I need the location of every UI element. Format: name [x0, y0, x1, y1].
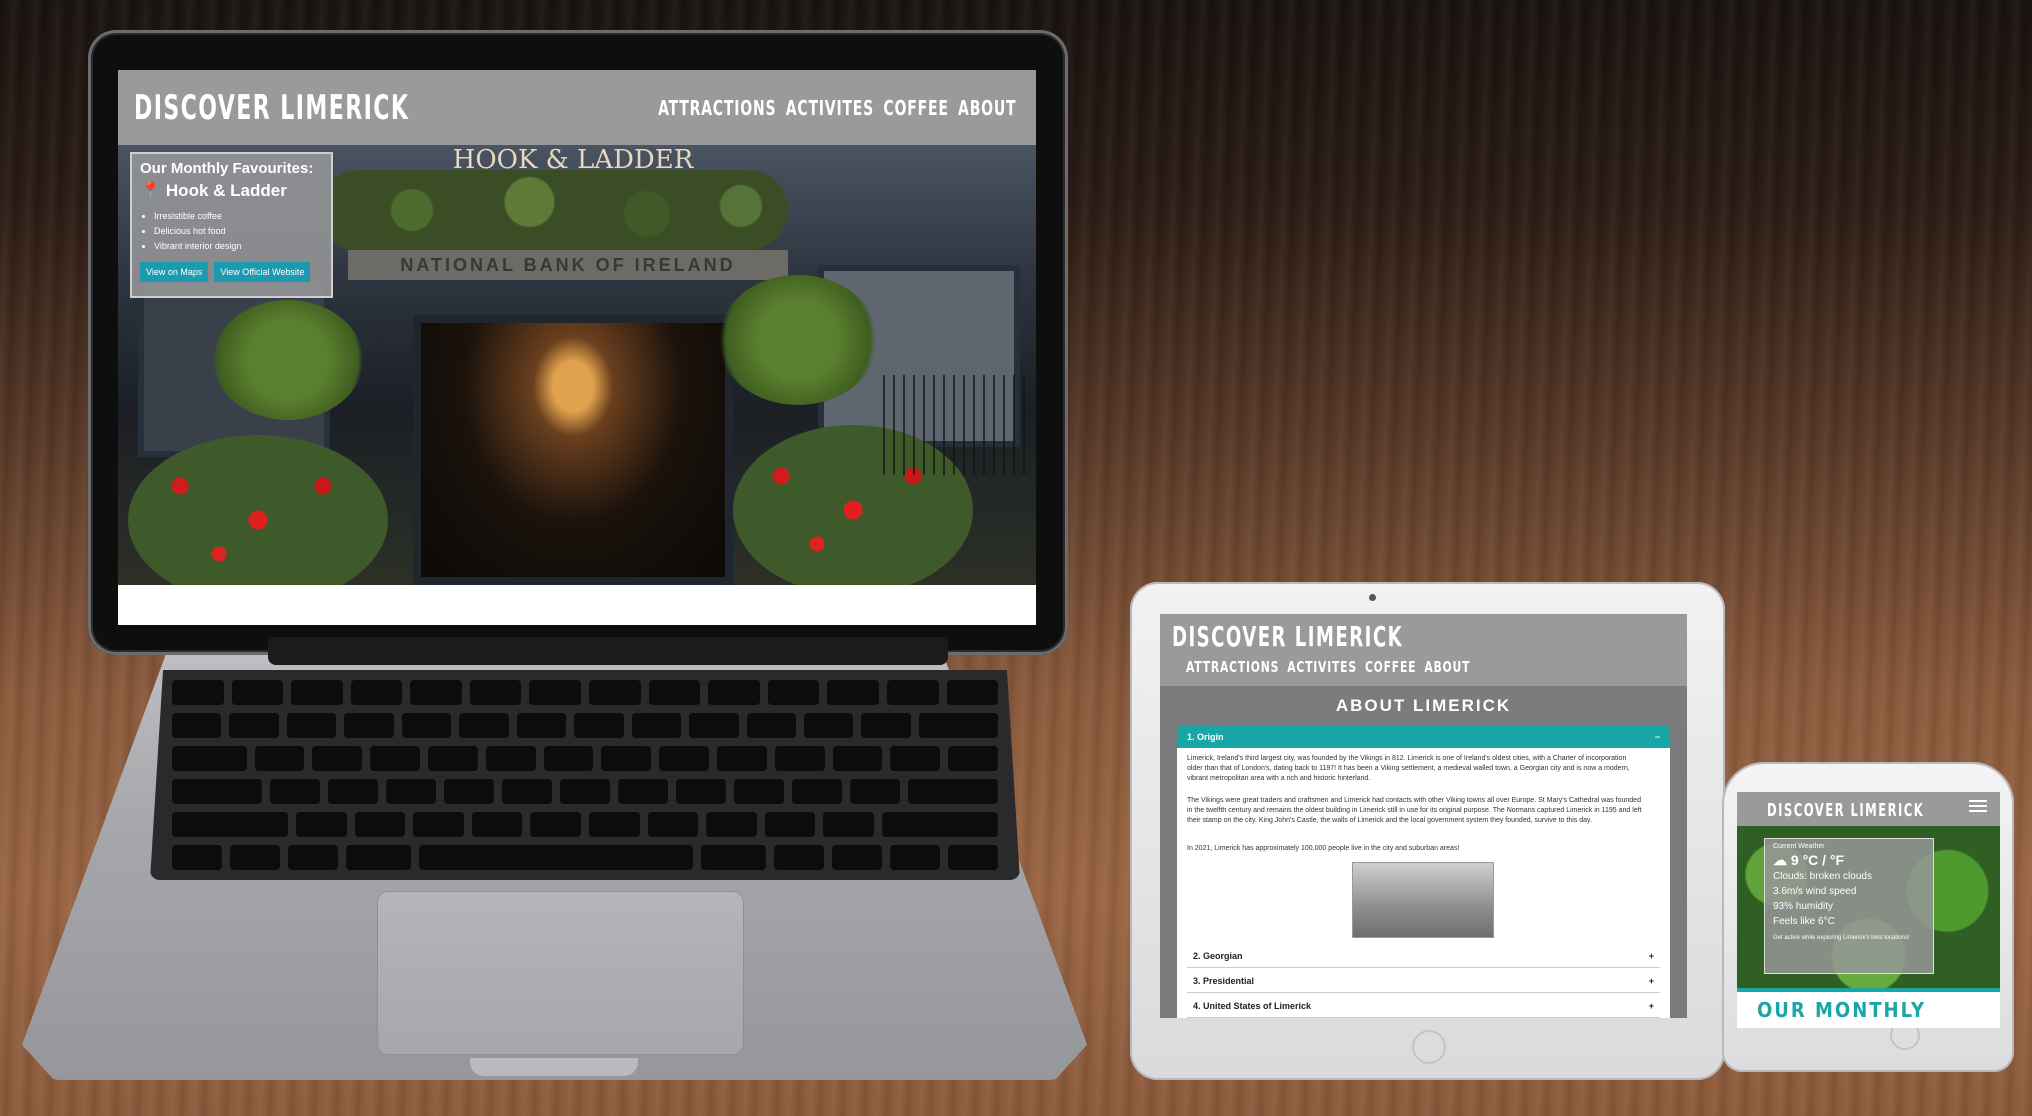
- laptop-hinge: [268, 637, 948, 665]
- origin-paragraph: In 2021, Limerick has approximately 100,…: [1187, 845, 1460, 852]
- list-item: Vibrant interior design: [154, 239, 323, 254]
- laptop-lip: [470, 1058, 638, 1076]
- monthly-heading: OUR MONTHLY: [1757, 998, 1926, 1022]
- hamburger-menu-icon[interactable]: [1969, 800, 1987, 812]
- accordion-label: 1. Origin: [1187, 732, 1224, 742]
- origin-paragraph: The Vikings were great traders and craft…: [1187, 797, 1642, 824]
- accordion-label: 4. United States of Limerick: [1193, 1001, 1312, 1011]
- nav-attractions[interactable]: ATTRACTIONS: [658, 96, 776, 120]
- nav-links: ATTRACTIONS ACTIVITES COFFEE ABOUT: [658, 96, 1016, 120]
- nav-about[interactable]: ABOUT: [958, 96, 1016, 120]
- accordion-georgian[interactable]: 2. Georgian +: [1187, 944, 1660, 968]
- accordion-label: 3. Presidential: [1193, 976, 1255, 986]
- site-title[interactable]: DISCOVER LIMERICK: [134, 88, 409, 128]
- weather-card: Current Weather ☁ 9 °C / °F Clouds: brok…: [1764, 838, 1934, 974]
- accordion-label: 2. Georgian: [1193, 951, 1243, 961]
- list-item: Irresistible coffee: [154, 209, 323, 224]
- weather-temperature: ☁ 9 °C / °F: [1773, 852, 1925, 869]
- tablet-nav-attractions[interactable]: ATTRACTIONS: [1186, 658, 1279, 676]
- plus-icon: +: [1648, 951, 1654, 961]
- weather-line: Feels like 6°C: [1773, 916, 1835, 927]
- tree-left: [213, 300, 363, 420]
- plus-icon: +: [1648, 976, 1654, 986]
- favourites-card: Our Monthly Favourites: 📍 Hook & Ladder …: [130, 152, 333, 298]
- nav-coffee[interactable]: COFFEE: [883, 96, 948, 120]
- favourites-heading: Our Monthly Favourites:: [140, 160, 314, 177]
- railing-right: [883, 375, 1033, 475]
- tablet-nav-about[interactable]: ABOUT: [1424, 658, 1470, 676]
- phone-screen: DISCOVER LIMERICK Current Weather ☁ 9 °C…: [1737, 792, 2000, 1028]
- weather-line: 3.6m/s wind speed: [1773, 886, 1857, 897]
- flowers-left: [128, 435, 388, 585]
- about-panel: 1. Origin − Limerick, Ireland's third la…: [1177, 726, 1670, 1018]
- ivy-decoration: [318, 170, 788, 250]
- tablet-home-button[interactable]: [1412, 1030, 1446, 1064]
- minus-icon: −: [1654, 732, 1660, 742]
- hero-doorway: [413, 315, 733, 585]
- tablet-nav-links: ATTRACTIONS ACTIVITES COFFEE ABOUT: [1186, 658, 1470, 676]
- tablet-nav-activites[interactable]: ACTIVITES: [1287, 658, 1357, 676]
- tablet-nav-coffee[interactable]: COFFEE: [1365, 658, 1416, 676]
- tablet-site-title[interactable]: DISCOVER LIMERICK: [1172, 620, 1403, 653]
- weather-line: 93% humidity: [1773, 901, 1834, 912]
- view-official-website-button[interactable]: View Official Website: [214, 262, 311, 282]
- weather-line: Clouds: broken clouds: [1773, 871, 1872, 882]
- favourite-name: 📍 Hook & Ladder: [140, 181, 323, 201]
- laptop-keyboard: [150, 670, 1020, 880]
- favourite-name-text: Hook & Ladder: [165, 181, 287, 200]
- temperature-text: 9 °C / °F: [1790, 852, 1845, 868]
- about-heading: ABOUT LIMERICK: [1160, 686, 1687, 726]
- nav-activites[interactable]: ACTIVITES: [785, 96, 873, 120]
- favourite-features: Irresistible coffee Delicious hot food V…: [140, 209, 323, 254]
- origin-paragraph: Limerick, Ireland's third largest city, …: [1187, 755, 1630, 782]
- map-pin-icon: 📍: [140, 181, 162, 200]
- historic-limerick-image: [1352, 862, 1494, 938]
- favourite-buttons: View on Maps View Official Website: [140, 262, 323, 282]
- tablet-camera: [1369, 594, 1376, 601]
- accordion-united-states[interactable]: 4. United States of Limerick +: [1187, 994, 1660, 1018]
- cloud-icon: ☁: [1773, 852, 1787, 868]
- weather-heading: Current Weather: [1773, 843, 1825, 850]
- site-navbar: DISCOVER LIMERICK ATTRACTIONS ACTIVITES …: [118, 70, 1036, 145]
- list-item: Delicious hot food: [154, 224, 323, 239]
- bank-inscription: NATIONAL BANK OF IRELAND: [348, 250, 788, 280]
- view-on-maps-button[interactable]: View on Maps: [140, 262, 209, 282]
- laptop-trackpad[interactable]: [378, 892, 743, 1054]
- tablet-screen: DISCOVER LIMERICK ATTRACTIONS ACTIVITES …: [1160, 614, 1687, 1018]
- tree-right: [718, 275, 878, 405]
- laptop-screen: HOOK & LADDER NATIONAL BANK OF IRELAND D…: [118, 70, 1036, 625]
- accordion-origin[interactable]: 1. Origin −: [1177, 726, 1670, 748]
- phone-site-title[interactable]: DISCOVER LIMERICK: [1767, 800, 1924, 821]
- weather-footnote: Get active while exploring Limerick's be…: [1773, 935, 1910, 941]
- accordion-presidential[interactable]: 3. Presidential +: [1187, 969, 1660, 993]
- plus-icon: +: [1648, 1001, 1654, 1011]
